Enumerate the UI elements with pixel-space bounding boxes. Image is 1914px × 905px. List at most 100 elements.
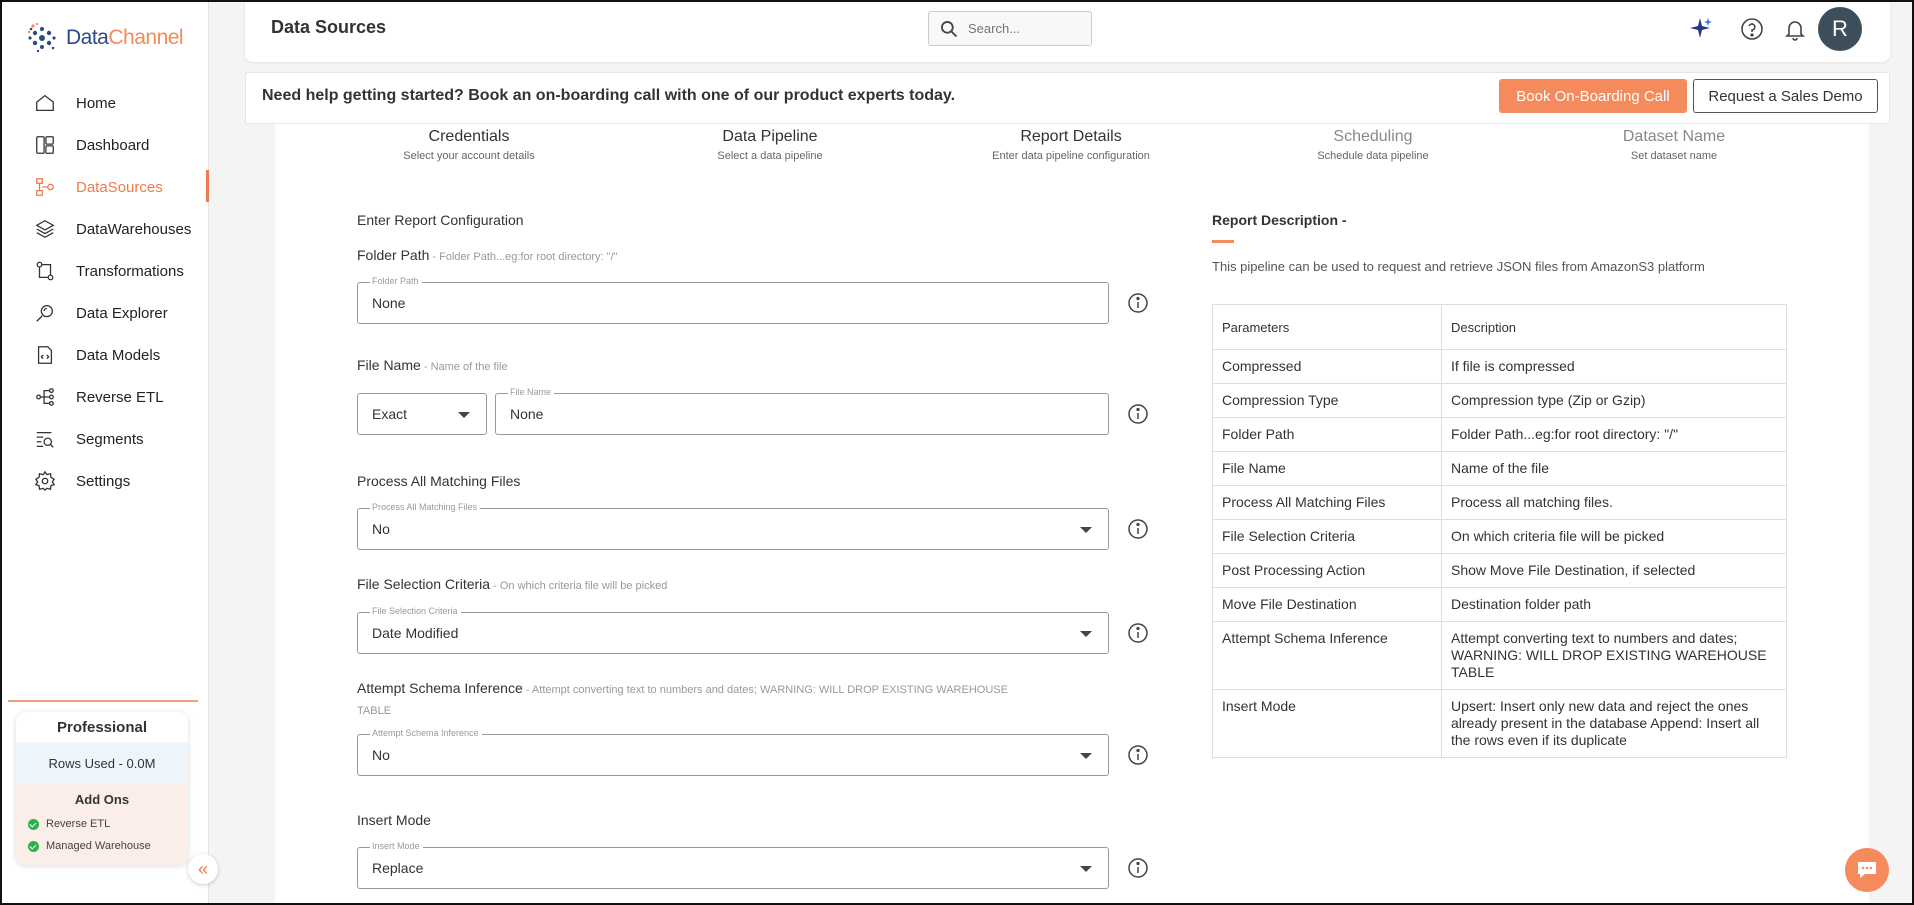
- book-onboarding-call-button[interactable]: Book On-Boarding Call: [1499, 79, 1687, 113]
- datasources-icon: [36, 178, 54, 196]
- table-row: Folder Path Folder Path...eg:for root dir…: [1212, 417, 1787, 452]
- schema-inference-select[interactable]: Attempt Schema Inference No: [357, 728, 1109, 776]
- table-row: Move File Destination Destination folder …: [1212, 587, 1787, 622]
- folder-path-field[interactable]: Folder Path None: [357, 276, 1109, 324]
- insert-mode-select[interactable]: Insert Mode Replace: [357, 841, 1109, 889]
- double-chevron-left-icon: «: [197, 858, 208, 879]
- avatar[interactable]: R: [1818, 7, 1862, 51]
- sidebar-item-label: Data Models: [76, 346, 161, 364]
- bell-icon[interactable]: [1782, 16, 1808, 42]
- sidebar-item-reverse-etl[interactable]: Reverse ETL: [2, 376, 209, 418]
- step-dataset-name[interactable]: Dataset Name Set dataset name: [1564, 128, 1784, 162]
- check-circle-icon: [28, 818, 39, 830]
- top-header: Data Sources R: [245, 2, 1890, 62]
- chat-support-button[interactable]: [1845, 848, 1889, 892]
- parameter-cell: Folder Path: [1212, 417, 1442, 452]
- sidebar-item-datawarehouses[interactable]: DataWarehouses: [2, 208, 209, 250]
- info-icon[interactable]: [1127, 292, 1149, 314]
- parameter-cell: Process All Matching Files: [1212, 485, 1442, 520]
- sidebar-item-settings[interactable]: Settings: [2, 460, 209, 502]
- explorer-icon: [36, 305, 53, 322]
- plan-title: Professional: [56, 719, 148, 736]
- transform-icon: [36, 261, 54, 281]
- info-icon[interactable]: [1127, 857, 1149, 879]
- request-sales-demo-button[interactable]: Request a Sales Demo: [1693, 79, 1878, 113]
- selection-criteria-select[interactable]: File Selection Criteria Date Modified: [357, 606, 1109, 654]
- check-circle-icon: [28, 840, 39, 852]
- sidebar-item-label: Transformations: [76, 262, 184, 280]
- chevron-down-icon: [1080, 866, 1092, 872]
- sidebar-item-data-explorer[interactable]: Data Explorer: [2, 292, 209, 334]
- home-icon: [36, 94, 54, 111]
- chevron-down-icon: [458, 412, 470, 418]
- info-icon[interactable]: [1127, 403, 1149, 425]
- parameters-table: Parameters Description Compressed If file…: [1212, 304, 1787, 758]
- datachannel-logo-icon: [27, 22, 56, 53]
- description-cell: On which criteria file will be picked: [1441, 519, 1787, 554]
- addons-title: Add Ons: [74, 792, 130, 807]
- table-header-row: Parameters Description: [1212, 304, 1787, 350]
- chat-bubble-icon: [1858, 862, 1876, 878]
- sidebar-item-segments[interactable]: Segments: [2, 418, 209, 460]
- sidebar-item-data-models[interactable]: Data Models: [2, 334, 209, 376]
- info-icon[interactable]: [1127, 744, 1149, 766]
- addon-item: Managed Warehouse: [16, 835, 188, 857]
- file-name-label: File Name - Name of the file: [357, 357, 508, 373]
- description-cell: Compression type (Zip or Gzip): [1441, 383, 1787, 418]
- sidebar-item-label: Reverse ETL: [76, 388, 164, 406]
- process-all-label: Process All Matching Files: [357, 473, 521, 489]
- chevron-down-icon: [1080, 527, 1092, 533]
- table-row: Post Processing Action Show Move File Des…: [1212, 553, 1787, 588]
- search-icon: [941, 20, 958, 37]
- addons-section: Add Ons Reverse ETL Managed Warehouse: [16, 784, 188, 865]
- column-header: Description: [1441, 304, 1787, 350]
- reverse-etl-icon: [36, 388, 54, 406]
- app-window: DataChannel Home Dashboard DataSources D…: [0, 0, 1914, 905]
- sidebar-item-home[interactable]: Home: [2, 82, 209, 124]
- chevron-down-icon: [1080, 753, 1092, 759]
- step-scheduling[interactable]: Scheduling Schedule data pipeline: [1263, 128, 1483, 162]
- table-row: File Name Name of the file: [1212, 451, 1787, 486]
- sidebar-item-transformations[interactable]: Transformations: [2, 250, 209, 292]
- search-box[interactable]: [928, 11, 1092, 46]
- table-row: Insert Mode Upsert: Insert only new data …: [1212, 689, 1787, 758]
- description-cell: Show Move File Destination, if selected: [1441, 553, 1787, 588]
- parameter-cell: Move File Destination: [1212, 587, 1442, 622]
- file-name-match-select[interactable]: Exact: [357, 393, 487, 435]
- sidebar-nav: Home Dashboard DataSources DataWarehouse…: [2, 82, 209, 502]
- info-icon[interactable]: [1127, 622, 1149, 644]
- table-row: Compression Type Compression type (Zip or…: [1212, 383, 1787, 418]
- description-text: This pipeline can be used to request and…: [1212, 259, 1705, 274]
- parameter-cell: Compressed: [1212, 349, 1442, 384]
- sidebar-item-dashboard[interactable]: Dashboard: [2, 124, 209, 166]
- parameter-cell: Attempt Schema Inference: [1212, 621, 1442, 690]
- main-content: Credentials Select your account details …: [275, 124, 1869, 903]
- help-icon[interactable]: [1739, 16, 1765, 42]
- description-title: Report Description -: [1212, 212, 1347, 228]
- sidebar-item-label: Settings: [76, 472, 131, 490]
- info-icon[interactable]: [1127, 518, 1149, 540]
- segments-icon: [36, 431, 54, 448]
- dashboard-icon: [36, 136, 54, 154]
- parameter-cell: Post Processing Action: [1212, 553, 1442, 588]
- sidebar-item-label: Dashboard: [76, 136, 150, 154]
- search-input[interactable]: [968, 21, 1078, 36]
- insert-mode-label: Insert Mode: [357, 812, 431, 828]
- collapse-sidebar-button[interactable]: «: [188, 854, 218, 884]
- logo[interactable]: DataChannel: [24, 20, 184, 56]
- step-data-pipeline[interactable]: Data Pipeline Select a data pipeline: [660, 128, 880, 162]
- onboarding-banner: Need help getting started? Book an on-bo…: [245, 72, 1890, 124]
- process-all-select[interactable]: Process All Matching Files No: [357, 502, 1109, 550]
- schema-inference-label: Attempt Schema Inference - Attempt conve…: [357, 680, 1008, 717]
- description-cell: Upsert: Insert only new data and reject …: [1441, 689, 1787, 758]
- step-report-details[interactable]: Report Details Enter data pipeline confi…: [961, 128, 1181, 162]
- step-credentials[interactable]: Credentials Select your account details: [359, 128, 579, 162]
- sidebar-item-datasources[interactable]: DataSources: [2, 166, 209, 208]
- chevron-down-icon: [1080, 631, 1092, 637]
- sidebar-item-label: DataWarehouses: [76, 220, 192, 238]
- file-name-field[interactable]: File Name None: [495, 387, 1109, 435]
- sparkle-ai-icon[interactable]: [1688, 16, 1714, 42]
- parameter-cell: File Selection Criteria: [1212, 519, 1442, 554]
- layers-icon: [35, 220, 55, 238]
- description-cell: Name of the file: [1441, 451, 1787, 486]
